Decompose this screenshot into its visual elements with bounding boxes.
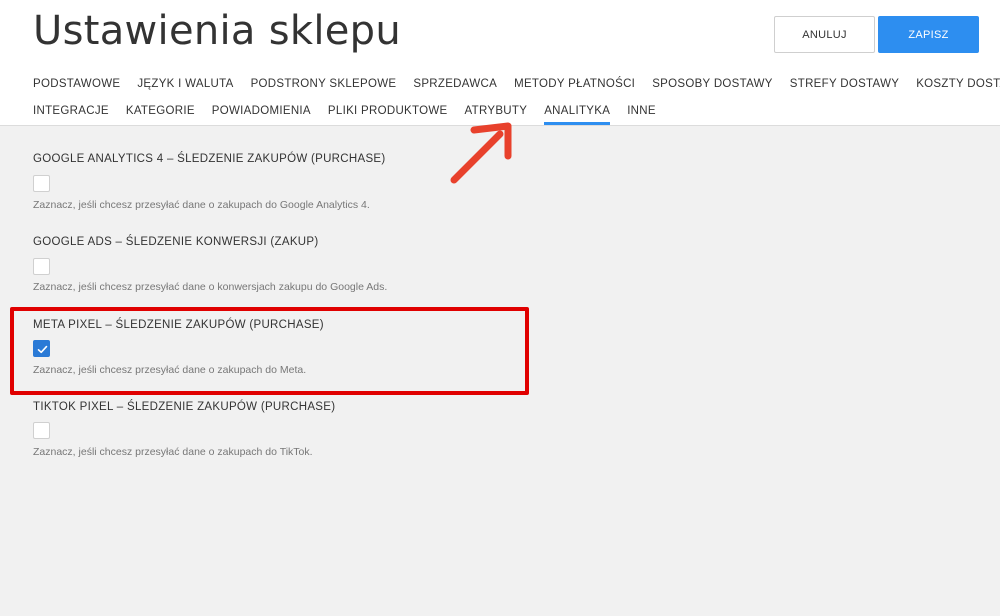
annotation-highlight-box [10, 307, 529, 395]
setting-ga4: GOOGLE ANALYTICS 4 – ŚLEDZENIE ZAKUPÓW (… [33, 153, 386, 211]
tiktok-pixel-checkbox[interactable] [33, 422, 50, 439]
tab-podstawowe[interactable]: PODSTAWOWE [33, 76, 120, 96]
tab-kategorie[interactable]: KATEGORIE [126, 103, 195, 123]
tab-sprzedawca[interactable]: SPRZEDAWCA [413, 76, 497, 96]
setting-tiktok-pixel: TIKTOK PIXEL – ŚLEDZENIE ZAKUPÓW (PURCHA… [33, 401, 336, 458]
tab-powiadomienia[interactable]: POWIADOMIENIA [212, 103, 311, 123]
setting-title: GOOGLE ADS – ŚLEDZENIE KONWERSJI (ZAKUP) [33, 236, 319, 248]
tabs-row-1: PODSTAWOWE JĘZYK I WALUTA PODSTRONY SKLE… [33, 76, 1000, 96]
header: Ustawienia sklepu ANULUJ ZAPISZ PODSTAWO… [0, 0, 1000, 126]
google-ads-checkbox[interactable] [33, 258, 50, 275]
tab-podstrony-sklepowe[interactable]: PODSTRONY SKLEPOWE [251, 76, 397, 96]
tab-inne[interactable]: INNE [627, 103, 656, 123]
tabs-row-2: INTEGRACJE KATEGORIE POWIADOMIENIA PLIKI… [33, 103, 673, 125]
tab-koszty-dostawy[interactable]: KOSZTY DOSTAWY [916, 76, 1000, 96]
cancel-button[interactable]: ANULUJ [774, 16, 875, 53]
tab-strefy-dostawy[interactable]: STREFY DOSTAWY [790, 76, 899, 96]
setting-help: Zaznacz, jeśli chcesz przesyłać dane o z… [33, 446, 313, 458]
tab-jezyk-i-waluta[interactable]: JĘZYK I WALUTA [137, 76, 233, 96]
ga4-checkbox[interactable] [33, 175, 50, 192]
tab-metody-platnosci[interactable]: METODY PŁATNOŚCI [514, 76, 635, 96]
setting-help: Zaznacz, jeśli chcesz przesyłać dane o k… [33, 281, 388, 293]
setting-google-ads: GOOGLE ADS – ŚLEDZENIE KONWERSJI (ZAKUP)… [33, 236, 387, 293]
setting-help: Zaznacz, jeśli chcesz przesyłać dane o z… [33, 199, 370, 211]
save-button[interactable]: ZAPISZ [878, 16, 979, 53]
tab-pliki-produktowe[interactable]: PLIKI PRODUKTOWE [328, 103, 448, 123]
setting-title: GOOGLE ANALYTICS 4 – ŚLEDZENIE ZAKUPÓW (… [33, 153, 386, 165]
tab-analityka[interactable]: ANALITYKA [544, 103, 611, 125]
arrow-up-right-icon [450, 122, 512, 184]
tab-sposoby-dostawy[interactable]: SPOSOBY DOSTAWY [652, 76, 773, 96]
page-title: Ustawienia sklepu [33, 8, 402, 54]
setting-title: TIKTOK PIXEL – ŚLEDZENIE ZAKUPÓW (PURCHA… [33, 401, 336, 413]
tab-integracje[interactable]: INTEGRACJE [33, 103, 109, 123]
